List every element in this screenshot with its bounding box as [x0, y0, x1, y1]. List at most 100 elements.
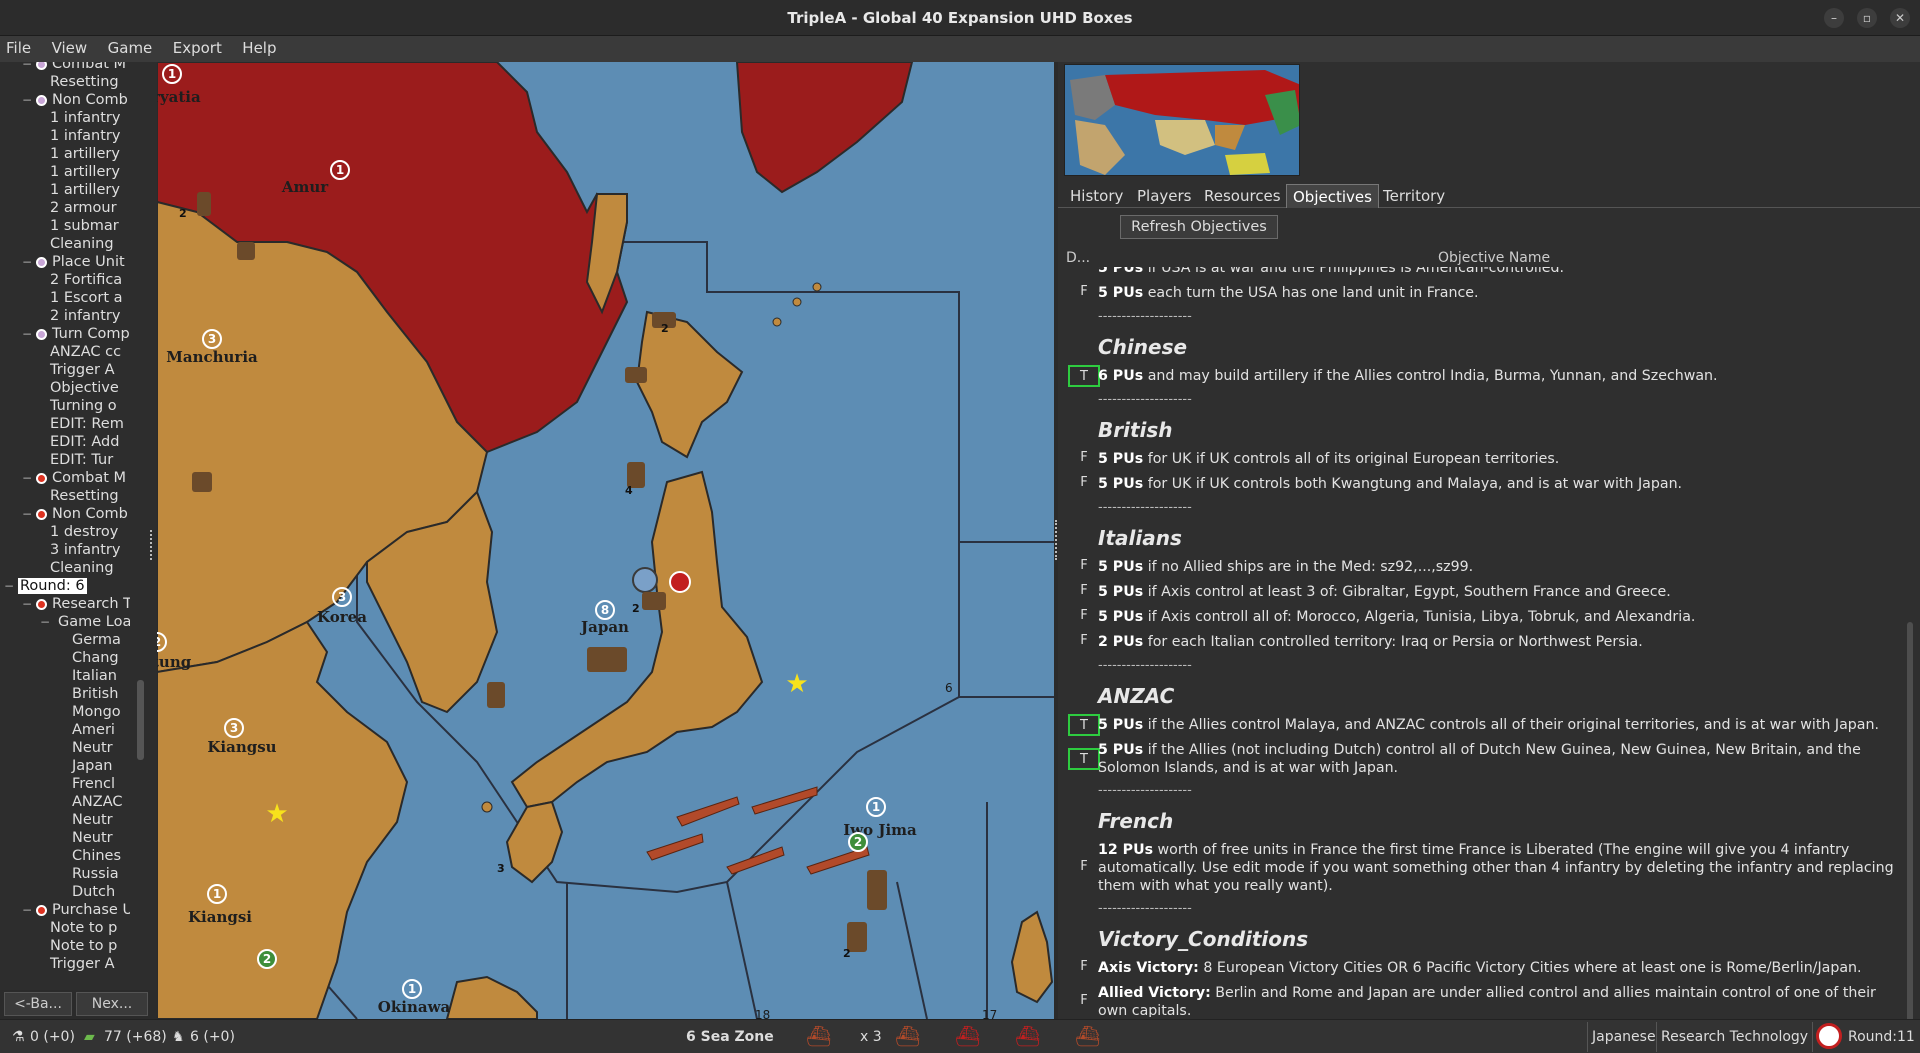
next-button[interactable]: Nex... [76, 992, 148, 1016]
tree-node[interactable]: 2 armour [0, 200, 130, 218]
tree-node[interactable]: 1 artillery [0, 146, 130, 164]
artillery-unit[interactable] [237, 242, 255, 260]
menu-help[interactable]: Help [242, 36, 276, 57]
tree-node[interactable]: 1 artillery [0, 182, 130, 200]
tree-node[interactable]: Chines [0, 848, 130, 866]
tree-node[interactable]: Objective [0, 380, 130, 398]
tree-node[interactable]: 1 Escort a [0, 290, 130, 308]
tab-resources[interactable]: Resources [1198, 184, 1287, 208]
tree-expand-icon[interactable]: − [22, 507, 32, 521]
tree-node[interactable]: 1 infantry [0, 110, 130, 128]
tree-node[interactable]: Neutr [0, 812, 130, 830]
tab-objectives[interactable]: Objectives [1286, 184, 1379, 208]
iwojima-territory[interactable] [1010, 910, 1054, 1004]
tree-node[interactable]: Germa [0, 632, 130, 650]
objective-row[interactable]: F 5 PUs if Axis controll all of: Morocco,… [1058, 608, 1904, 626]
japanese-fleet[interactable] [646, 786, 870, 875]
ship-unit[interactable] [676, 796, 740, 827]
tree-node[interactable]: Trigger A [0, 362, 130, 380]
ship-unit[interactable] [726, 846, 785, 875]
minimap-canvas[interactable] [1065, 65, 1300, 176]
objective-row[interactable]: F Allied Victory: Berlin and Rome and Jap… [1058, 984, 1904, 1017]
tree-node[interactable]: − Non Comb [0, 506, 130, 524]
tree-scrollbar[interactable] [137, 680, 144, 760]
tree-node[interactable]: − Combat M [0, 62, 130, 74]
left-splitter-handle[interactable] [150, 530, 154, 560]
ship-unit[interactable] [646, 833, 704, 861]
artillery-unit[interactable] [625, 367, 647, 383]
tree-node[interactable]: Japan [0, 758, 130, 776]
objective-row[interactable]: F Axis Victory: 8 European Victory Cities… [1058, 959, 1904, 977]
minimize-button[interactable]: – [1824, 8, 1844, 28]
japan-territory[interactable] [510, 470, 764, 809]
tree-node[interactable]: Note to p [0, 920, 130, 938]
objective-row[interactable]: F 5 PUs if no Allied ships are in the Med… [1058, 558, 1904, 576]
tree-expand-icon[interactable]: − [22, 597, 32, 611]
tree-node[interactable]: − Non Comb [0, 92, 130, 110]
tree-node[interactable]: Dutch [0, 884, 130, 902]
tree-node[interactable]: 1 artillery [0, 164, 130, 182]
tree-expand-icon[interactable]: − [4, 579, 14, 593]
tree-expand-icon[interactable]: − [40, 615, 50, 629]
objective-row[interactable]: T5 PUs if the Allies (not including Dutc… [1058, 741, 1904, 777]
tree-node[interactable]: ANZAC cc [0, 344, 130, 362]
tab-territory[interactable]: Territory [1377, 184, 1451, 208]
tree-node[interactable]: 2 Fortifica [0, 272, 130, 290]
tree-node[interactable]: 1 infantry [0, 128, 130, 146]
tree-node[interactable]: Frencl [0, 776, 130, 794]
kamchatka-territory[interactable] [735, 62, 914, 194]
tree-node[interactable]: − Place Unit [0, 254, 130, 272]
tree-node[interactable]: − Research T [0, 596, 130, 614]
back-button[interactable]: <-Ba... [4, 992, 72, 1016]
tree-node[interactable]: − Combat M [0, 470, 130, 488]
infantry-unit[interactable] [197, 192, 211, 216]
tree-node[interactable]: − Game Loa [0, 614, 130, 632]
tree-node[interactable]: − Purchase U [0, 902, 130, 920]
tree-node[interactable]: Italian [0, 668, 130, 686]
tree-node[interactable]: Neutr [0, 740, 130, 758]
menu-export[interactable]: Export [173, 36, 222, 57]
infantry-unit[interactable] [867, 870, 887, 910]
tree-node[interactable]: EDIT: Add [0, 434, 130, 452]
map-canvas[interactable]: ★ ★ Amur rya [157, 62, 1054, 1019]
tree-node[interactable]: Neutr [0, 830, 130, 848]
artillery-unit[interactable] [192, 472, 212, 492]
menu-view[interactable]: View [52, 36, 88, 57]
tree-node[interactable]: 1 submar [0, 218, 130, 236]
tree-node[interactable]: EDIT: Tur [0, 452, 130, 470]
tree-node[interactable]: Russia [0, 866, 130, 884]
tree-node[interactable]: − Round: 6 [0, 578, 130, 596]
tree-node[interactable]: Resetting [0, 74, 130, 92]
tree-node[interactable]: Resetting [0, 488, 130, 506]
tree-node[interactable]: Trigger A [0, 956, 130, 974]
okinawa-territory[interactable] [445, 975, 538, 1019]
tree-node[interactable]: 1 destroy [0, 524, 130, 542]
tree-expand-icon[interactable]: − [22, 327, 32, 341]
objective-row[interactable]: F 5 PUs for UK if UK controls all of its … [1058, 450, 1904, 468]
column-header-done[interactable]: D... [1066, 250, 1090, 266]
fortification-unit[interactable] [587, 647, 627, 672]
tab-history[interactable]: History [1064, 184, 1129, 208]
tree-expand-icon[interactable]: − [22, 62, 32, 71]
refresh-objectives-button[interactable]: Refresh Objectives [1120, 215, 1278, 239]
tree-node[interactable]: Cleaning [0, 236, 130, 254]
tree-node[interactable]: Chang [0, 650, 130, 668]
tree-node[interactable]: Mongo [0, 704, 130, 722]
objectives-scrollbar[interactable] [1907, 622, 1913, 1022]
tree-node[interactable]: Note to p [0, 938, 130, 956]
game-map[interactable]: ★ ★ Amur rya [157, 62, 1054, 1019]
tree-node[interactable]: − Turn Comp [0, 326, 130, 344]
tree-node[interactable]: EDIT: Rem [0, 416, 130, 434]
tree-expand-icon[interactable]: − [22, 903, 32, 917]
hokkaido-territory[interactable] [635, 310, 744, 459]
tree-node[interactable]: Turning o [0, 398, 130, 416]
tree-node[interactable]: ANZAC [0, 794, 130, 812]
infantry-unit[interactable] [487, 682, 505, 708]
history-tree[interactable]: − Combat M Resetting − Non Comb 1 infantry 1 i… [0, 62, 157, 990]
objective-row[interactable]: F 5 PUs for UK if UK controls both Kwangt… [1058, 475, 1904, 493]
tree-expand-icon[interactable]: − [22, 93, 32, 107]
close-button[interactable]: ✕ [1890, 8, 1910, 28]
objective-row[interactable]: F 2 PUs for each Italian controlled terri… [1058, 633, 1904, 651]
objective-row[interactable]: F 5 PUs each turn the USA has one land un… [1058, 284, 1904, 302]
objective-row[interactable]: T5 PUs if the Allies control Malaya, and… [1058, 714, 1904, 736]
